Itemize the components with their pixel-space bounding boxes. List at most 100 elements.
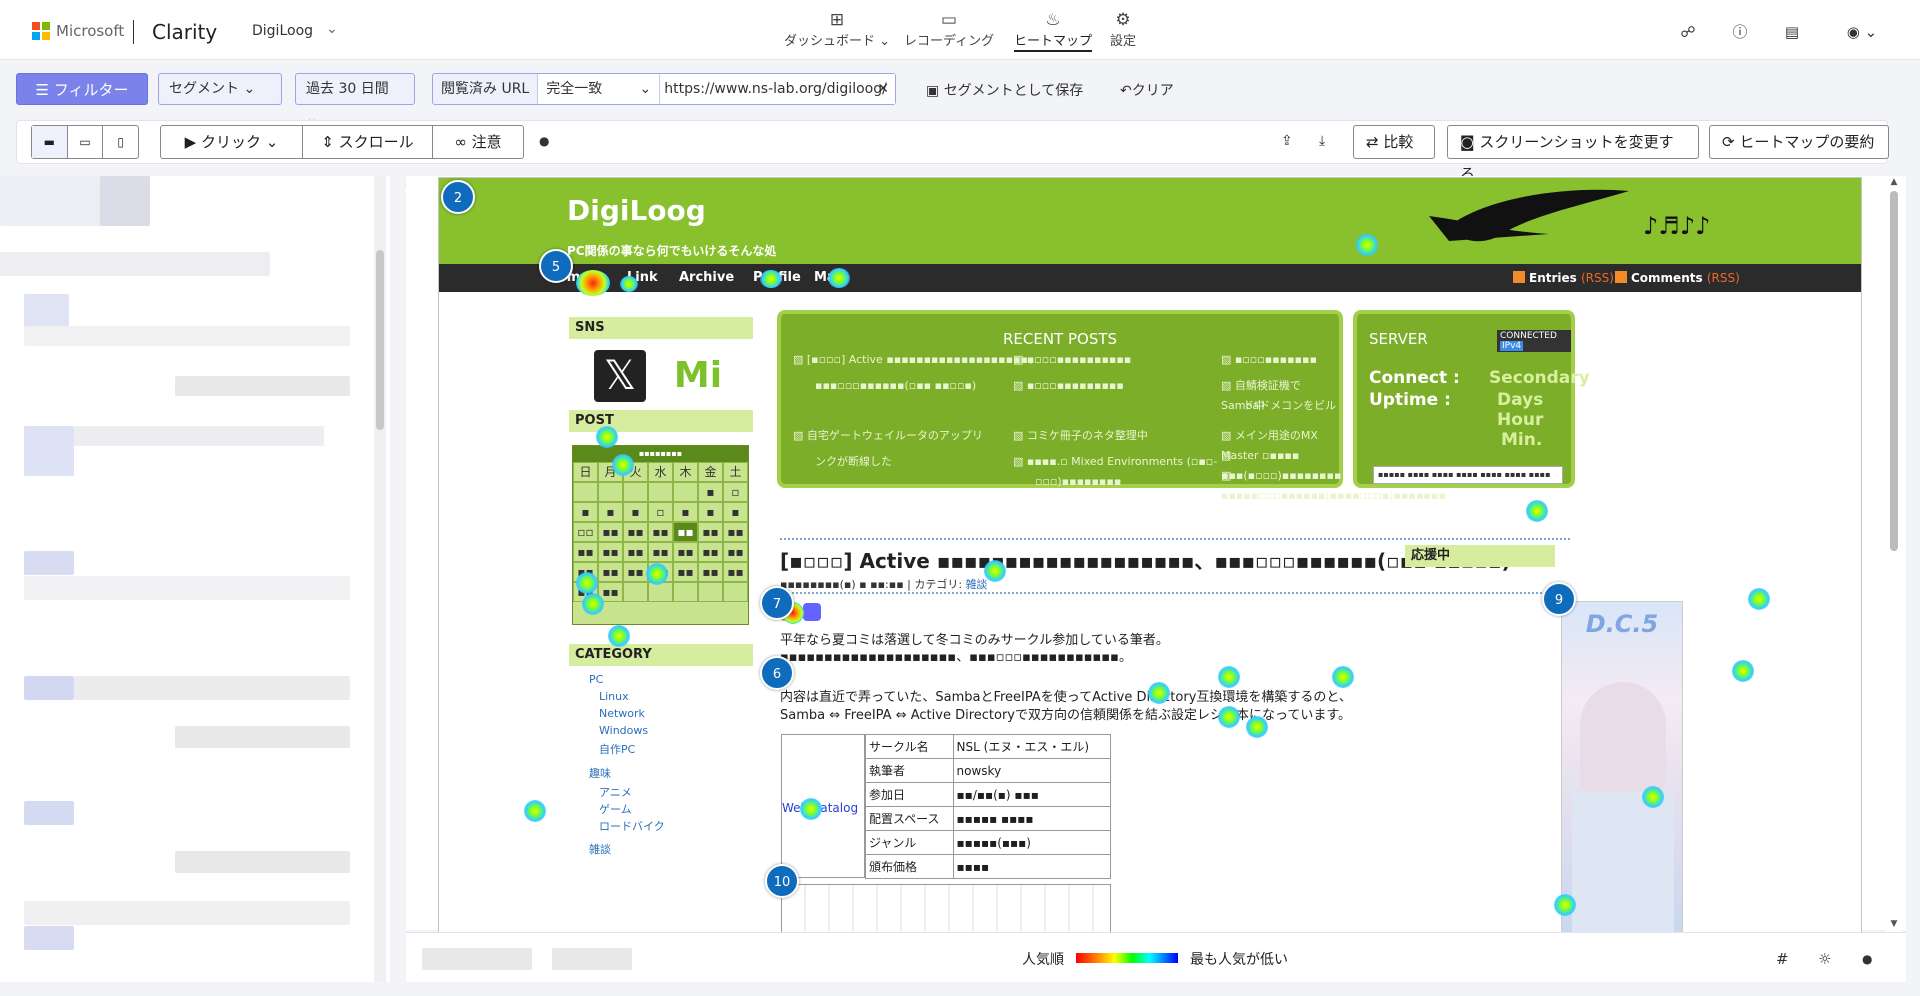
click-rank-marker[interactable]: 6	[760, 656, 794, 690]
scroll-up-icon[interactable]: ▲	[1886, 177, 1902, 187]
article-category-link[interactable]: 雑談	[966, 578, 988, 591]
match-type-select[interactable]: 完全一致 ⌄	[538, 74, 661, 104]
heat-spot	[1218, 706, 1240, 728]
viewer-scrollbar[interactable]: ▲ ▼	[1886, 177, 1902, 933]
tab-recordings[interactable]: ▭ レコーディング	[904, 10, 994, 49]
category-link[interactable]: ロードバイク	[599, 818, 665, 834]
recent-post-link[interactable]: ▧ コミケ冊子のネタ整理中	[1013, 426, 1148, 446]
recent-post-link[interactable]: ド中	[1243, 396, 1265, 416]
date-range-select[interactable]: 過去 30 日間 ⌄	[295, 73, 415, 127]
glasses-icon: ∞	[454, 133, 472, 151]
cursor-icon: ▶	[184, 133, 201, 151]
info-icon[interactable]: ●	[1862, 952, 1872, 966]
category-link[interactable]: Windows	[599, 724, 648, 737]
x-logo-icon[interactable]: 𝕏	[594, 350, 646, 402]
hash-icon[interactable]: #	[1776, 950, 1789, 968]
tab-settings-label: 設定	[1110, 34, 1137, 49]
tab-dashboard[interactable]: ⊞ ダッシュボード ⌄	[784, 10, 890, 49]
heat-spot	[800, 798, 822, 820]
recent-post-link[interactable]: ▧ ▪▫▫▫▪▪▪▪▪▪▪	[1221, 350, 1317, 370]
scroll-mode-button[interactable]: ⇕ スクロール	[303, 126, 433, 158]
save-segment-button[interactable]: ▣ セグメントとして保存	[926, 80, 1083, 100]
heat-spot	[1642, 786, 1664, 808]
server-input[interactable]: ▪▪▪▪▪ ▪▪▪▪ ▪▪▪▪ ▪▪▪▪ ▪▪▪▪ ▪▪▪▪ ▪▪▪▪	[1373, 466, 1563, 484]
side-panel-scroll-thumb[interactable]	[376, 250, 384, 430]
recent-post-link[interactable]: ▪▪▪▫▫▫▪▪▪▪▪▪(▫▪▪ ▪▪▫▫▪)	[815, 376, 976, 396]
clear-button[interactable]: ↶クリア	[1120, 80, 1174, 100]
tab-heatmaps[interactable]: ♨ ヒートマップ	[1014, 10, 1093, 52]
tab-settings[interactable]: ⚙ 設定	[1110, 10, 1136, 49]
close-icon[interactable]: ✕	[877, 74, 889, 104]
recent-post-link[interactable]: ▧ ▪▫▫▫▪▪▪▪▪▪▪▪▪▪	[1013, 350, 1131, 370]
recent-post-link[interactable]: ンクが断線した	[815, 452, 892, 472]
click-rank-marker[interactable]: 9	[1542, 582, 1576, 616]
category-link[interactable]: アニメ	[599, 784, 632, 800]
recent-post-link[interactable]: ▧ ▪▫▫▫▪▪▪▪▪▪▪▪▪	[1013, 376, 1124, 396]
heat-spot	[612, 454, 634, 476]
heat-spot	[646, 563, 668, 585]
tablet-icon[interactable]: ▭	[68, 126, 104, 158]
dc5-banner[interactable]: D.C.5	[1561, 601, 1683, 932]
click-rank-marker[interactable]: 10	[765, 864, 799, 898]
recent-post-link[interactable]: ▧ ▪▪▪▪.▫ Mixed Environments (▫▪▫-	[1013, 452, 1217, 472]
clear-label: クリア	[1131, 83, 1174, 99]
click-rank-marker[interactable]: 5	[539, 249, 573, 283]
category-link[interactable]: Network	[599, 707, 645, 720]
heat-spot	[1246, 716, 1268, 738]
heatmap-summary-button[interactable]: ⟳ ヒートマップの要約	[1709, 125, 1889, 159]
category-link[interactable]: PC	[589, 673, 603, 686]
connect-label: Connect :	[1369, 368, 1460, 388]
rss-comments-link[interactable]: Comments (RSS)	[1615, 271, 1740, 285]
mastodon-icon[interactable]	[803, 603, 821, 621]
category-link[interactable]: 雑談	[589, 841, 611, 857]
document-icon[interactable]: ▤	[1782, 22, 1802, 42]
account-icon[interactable]: ◉ ⌄	[1842, 22, 1882, 42]
brightness-icon[interactable]: ☼	[1818, 950, 1831, 968]
heat-spot	[1332, 666, 1354, 688]
category-link[interactable]: ゲーム	[599, 801, 632, 817]
recent-post-link[interactable]: ▧ 自宅ゲートウェイルータのアップリ	[793, 426, 983, 446]
circle-info-table: サークル名 NSL (エヌ・エス・エル) 執筆者 nowsky 参加日 ▪▪/▪▪(▪…	[865, 734, 1112, 879]
click-rank-marker[interactable]: 2	[441, 180, 475, 214]
click-rank-marker[interactable]: 7	[760, 586, 794, 620]
viewer-scroll-thumb[interactable]	[1890, 191, 1898, 551]
product-name[interactable]: Clarity	[152, 20, 217, 44]
info-icon[interactable]: ●	[539, 134, 549, 148]
sns-heading: SNS	[569, 317, 753, 339]
heat-spot	[524, 800, 546, 822]
click-mode-button[interactable]: ▶ クリック ⌄	[161, 126, 303, 158]
share-icon[interactable]: ⇪	[1281, 133, 1293, 149]
article-title[interactable]: [▪▫▫▫] Active ▪▪▪▪▪▪▪▪▪▪▪▪▪▪▪▪▪▪▪、▪▪▪▫▫▫…	[780, 545, 1511, 574]
category-link[interactable]: 自作PC	[599, 741, 635, 757]
recent-post-link[interactable]: ▧ [▪▫▫▫] Active ▪▪▪▪▪▪▪▪▪▪▪▪▪▪▪▪▪▪▪、	[793, 350, 1039, 370]
project-selector[interactable]: DigiLoog	[252, 23, 313, 39]
summary-icon: ⟳	[1722, 133, 1740, 151]
recent-post-link[interactable]: ▫▫▫)▪▪▪▪▪▪▪▪	[1035, 472, 1121, 492]
change-screenshot-button[interactable]: ◙ スクリーンショットを変更する	[1447, 125, 1699, 183]
url-value-field[interactable]: https://www.ns-lab.org/digiloog/✕	[660, 74, 895, 104]
heat-spot	[828, 268, 850, 288]
segment-button[interactable]: セグメント ⌄	[158, 73, 282, 105]
microsoft-grid-icon	[32, 22, 50, 40]
site-title: DigiLoog	[567, 194, 706, 227]
download-icon[interactable]: ⤓	[1319, 133, 1325, 149]
chevron-down-icon[interactable]: ⌄	[326, 21, 338, 37]
microsoft-logo[interactable]: Microsoft	[32, 22, 124, 40]
rss-entries-link[interactable]: Entries (RSS)	[1513, 271, 1614, 285]
site-nav-archive[interactable]: Archive	[679, 270, 734, 285]
share-people-icon[interactable]: ☍	[1678, 22, 1698, 42]
desktop-icon[interactable]: ▬	[32, 126, 68, 158]
recent-post-link[interactable]: ▧ 自鯖検証機でSambaドメコンをビル	[1221, 376, 1339, 416]
mobile-icon[interactable]: ▯	[103, 126, 138, 158]
gear-icon: ⚙	[1115, 10, 1131, 30]
category-link[interactable]: 趣味	[589, 765, 611, 781]
filter-button[interactable]: ☰ フィルター	[16, 73, 148, 105]
scroll-down-icon[interactable]: ▼	[1886, 919, 1902, 929]
category-link[interactable]: Linux	[599, 690, 629, 703]
attention-mode-button[interactable]: ∞ 注意	[433, 126, 523, 158]
compare-button[interactable]: ⇄ 比較	[1353, 125, 1435, 159]
heat-spot	[620, 276, 638, 292]
misskey-logo-icon[interactable]: Mi	[672, 350, 724, 402]
help-icon[interactable]: ⓘ	[1730, 22, 1750, 42]
device-toggle: ▬ ▭ ▯	[31, 125, 139, 159]
